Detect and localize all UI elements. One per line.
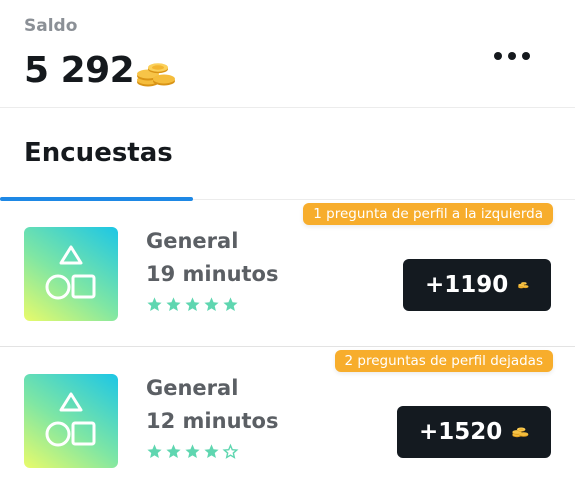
shapes-icon xyxy=(45,392,96,447)
survey-duration: 19 minutos xyxy=(146,262,279,286)
survey-thumbnail xyxy=(24,227,118,321)
star-filled-icon xyxy=(223,297,238,312)
reward-button[interactable]: +1520 xyxy=(397,406,551,458)
balance-value: 5 292 xyxy=(24,50,135,91)
star-filled-icon xyxy=(185,444,200,459)
tab-surveys[interactable]: Encuestas xyxy=(0,108,193,201)
more-options-button[interactable] xyxy=(494,47,530,65)
survey-category: General xyxy=(146,376,239,400)
coins-icon xyxy=(512,421,529,443)
star-filled-icon xyxy=(166,444,181,459)
profile-questions-badge: 1 pregunta de perfil a la izquierda xyxy=(303,203,553,225)
survey-rating xyxy=(146,443,241,460)
star-filled-icon xyxy=(166,297,181,312)
survey-card[interactable]: 2 preguntas de perfil dejadas General 12… xyxy=(0,347,575,494)
balance-row: 5 292 xyxy=(24,50,176,91)
star-filled-icon xyxy=(185,297,200,312)
reward-value: +1520 xyxy=(419,419,503,445)
shapes-icon xyxy=(45,245,96,300)
balance-header: Saldo 5 292 xyxy=(0,0,575,108)
star-filled-icon xyxy=(147,444,162,459)
star-empty-icon xyxy=(222,443,239,459)
survey-card[interactable]: 1 pregunta de perfil a la izquierda Gene… xyxy=(0,200,575,347)
balance-label: Saldo xyxy=(24,16,78,36)
coins-icon xyxy=(136,61,176,87)
survey-duration: 12 minutos xyxy=(146,409,279,433)
reward-value: +1190 xyxy=(425,272,509,298)
reward-button[interactable]: +1190 xyxy=(403,259,551,311)
survey-category: General xyxy=(146,229,239,253)
more-horizontal-icon xyxy=(494,52,502,60)
survey-thumbnail xyxy=(24,374,118,468)
star-filled-icon xyxy=(204,297,219,312)
tab-surveys-label: Encuestas xyxy=(24,138,173,168)
survey-rating xyxy=(146,296,241,313)
tab-bar: Encuestas xyxy=(0,108,575,201)
star-filled-icon xyxy=(204,444,219,459)
profile-questions-badge: 2 preguntas de perfil dejadas xyxy=(334,350,553,372)
coins-icon xyxy=(518,274,529,296)
star-filled-icon xyxy=(147,297,162,312)
